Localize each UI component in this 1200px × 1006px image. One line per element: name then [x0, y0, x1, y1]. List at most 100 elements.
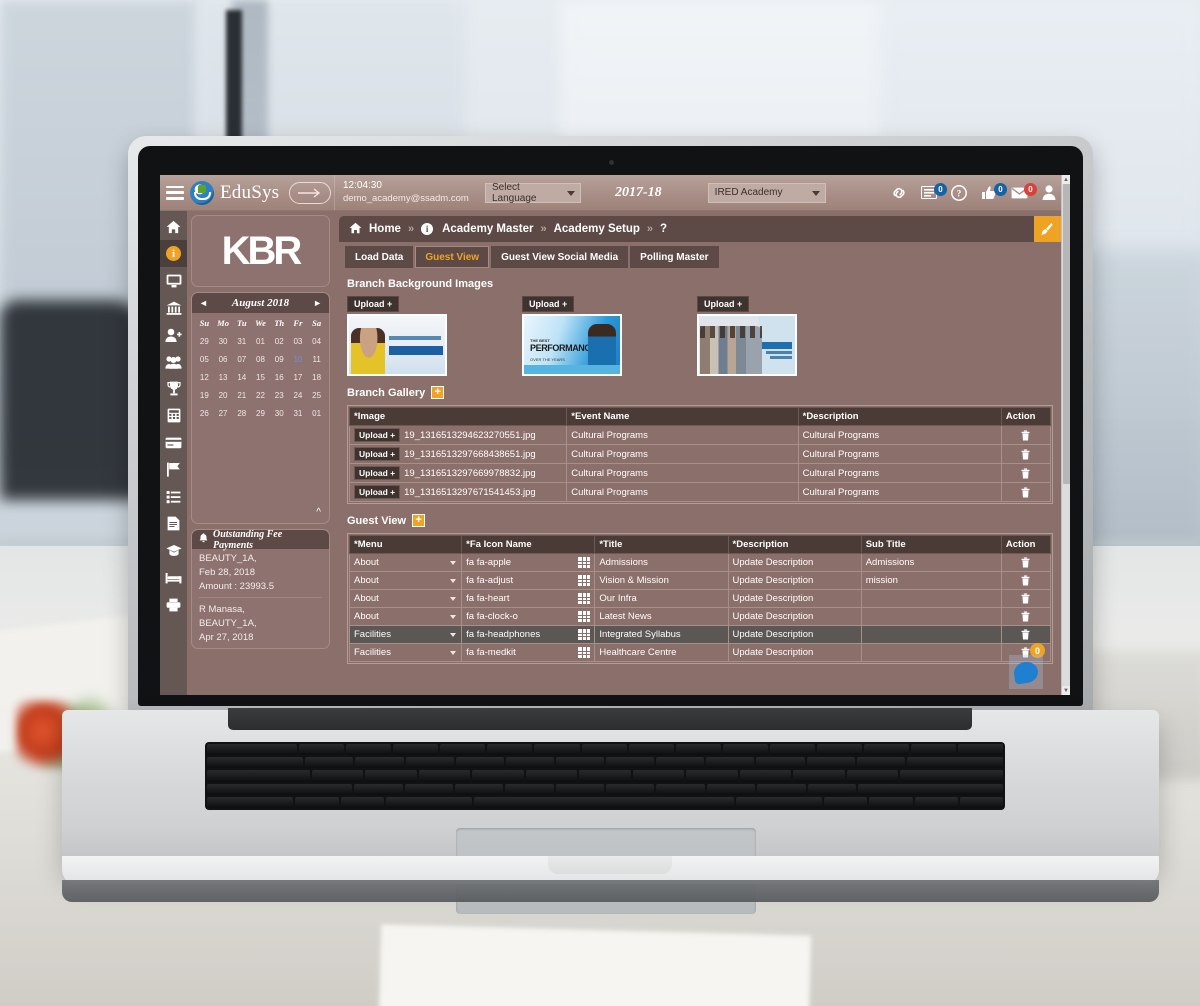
info-icon[interactable]: i — [160, 240, 187, 267]
upload-button[interactable]: Upload + — [354, 485, 400, 499]
grid-picker-icon[interactable] — [578, 611, 590, 622]
cell-title[interactable]: Vision & Mission — [595, 572, 728, 590]
cell-menu-select[interactable]: Facilities — [350, 626, 462, 644]
calendar-day[interactable]: 30 — [270, 409, 289, 418]
calendar-day[interactable]: 31 — [289, 409, 308, 418]
breadcrumb-home[interactable]: Home — [369, 223, 401, 235]
calendar-day[interactable]: 23 — [270, 391, 289, 400]
tab-load-data[interactable]: Load Data — [345, 246, 413, 268]
branch-bg-thumb-1[interactable] — [347, 314, 447, 376]
cell-sub-title[interactable] — [861, 644, 1001, 662]
group-icon[interactable] — [160, 348, 187, 375]
home-icon[interactable] — [349, 222, 362, 237]
language-select[interactable]: Select Language — [485, 183, 581, 203]
breadcrumb-academy-master[interactable]: Academy Master — [442, 223, 533, 235]
add-guest-view-row-button[interactable]: + — [412, 514, 425, 527]
envelope-icon[interactable]: 0 — [1010, 184, 1028, 202]
cell-event-name[interactable]: Cultural Programs — [567, 464, 798, 483]
tab-polling-master[interactable]: Polling Master — [630, 246, 718, 268]
trash-icon[interactable] — [1006, 629, 1046, 640]
cell-description[interactable]: Cultural Programs — [798, 483, 1001, 502]
chat-bubble-icon[interactable] — [1009, 655, 1043, 689]
calendar-day[interactable]: 29 — [251, 409, 270, 418]
home-icon[interactable] — [160, 213, 187, 240]
calendar-day[interactable]: 04 — [307, 337, 326, 346]
calendar-day[interactable]: 27 — [214, 409, 233, 418]
breadcrumb-help[interactable]: ? — [660, 223, 667, 235]
cell-event-name[interactable]: Cultural Programs — [567, 483, 798, 502]
cell-description[interactable]: Update Description — [728, 644, 861, 662]
calendar-day[interactable]: 15 — [251, 373, 270, 382]
hostel-bed-icon[interactable] — [160, 564, 187, 591]
calendar-day[interactable]: 21 — [232, 391, 251, 400]
calendar-day[interactable]: 25 — [307, 391, 326, 400]
calendar-next-icon[interactable]: ► — [313, 298, 322, 308]
trash-icon[interactable] — [1006, 430, 1046, 441]
cell-fa-icon-name[interactable]: fa fa-adjust — [462, 572, 595, 590]
cell-menu-select[interactable]: About — [350, 608, 462, 626]
page-scrollbar[interactable]: ▲ ▼ — [1061, 175, 1070, 695]
trash-icon[interactable] — [1006, 575, 1046, 586]
calendar-day[interactable]: 29 — [195, 337, 214, 346]
cell-fa-icon-name[interactable]: fa fa-heart — [462, 590, 595, 608]
calendar-day[interactable]: 22 — [251, 391, 270, 400]
upload-button[interactable]: Upload + — [354, 428, 400, 442]
cell-fa-icon-name[interactable]: fa fa-medkit — [462, 644, 595, 662]
cell-description[interactable]: Update Description — [728, 608, 861, 626]
monitor-icon[interactable] — [160, 267, 187, 294]
card-icon[interactable] — [160, 429, 187, 456]
cell-title[interactable]: Integrated Syllabus — [595, 626, 728, 644]
tasks-icon[interactable]: 0 — [920, 184, 938, 202]
calendar-day[interactable]: 11 — [307, 355, 326, 364]
calendar-day[interactable]: 31 — [232, 337, 251, 346]
trash-icon[interactable] — [1006, 593, 1046, 604]
calendar-prev-icon[interactable]: ◄ — [199, 298, 208, 308]
cell-description[interactable]: Update Description — [728, 572, 861, 590]
document-icon[interactable] — [160, 510, 187, 537]
calculator-icon[interactable] — [160, 402, 187, 429]
calendar-day[interactable]: 06 — [214, 355, 233, 364]
fee-item[interactable]: BEAUTY_1A, Feb 28, 2018 Amount : 23993.5 — [199, 552, 322, 593]
breadcrumb-academy-setup[interactable]: Academy Setup — [554, 223, 640, 235]
cell-description[interactable]: Cultural Programs — [798, 445, 1001, 464]
calendar-day[interactable]: 13 — [214, 373, 233, 382]
scroll-up-icon[interactable]: ▲ — [1062, 175, 1070, 184]
cell-menu-select[interactable]: About — [350, 554, 462, 572]
calendar-day[interactable]: 08 — [251, 355, 270, 364]
cell-description[interactable]: Cultural Programs — [798, 426, 1001, 445]
add-user-icon[interactable] — [160, 321, 187, 348]
scroll-down-icon[interactable]: ▼ — [1062, 686, 1070, 695]
paint-brush-icon[interactable] — [1034, 216, 1061, 242]
user-icon[interactable] — [1040, 184, 1058, 202]
hamburger-menu-icon[interactable] — [166, 186, 184, 200]
help-icon[interactable]: ? — [950, 184, 968, 202]
grid-picker-icon[interactable] — [578, 575, 590, 586]
link-icon[interactable] — [890, 184, 908, 202]
cell-sub-title[interactable]: mission — [861, 572, 1001, 590]
calendar-day[interactable]: 12 — [195, 373, 214, 382]
tab-guest-view[interactable]: Guest View — [415, 246, 489, 268]
add-gallery-row-button[interactable]: + — [431, 386, 444, 399]
calendar-day[interactable]: 28 — [232, 409, 251, 418]
calendar-day[interactable]: 09 — [270, 355, 289, 364]
trophy-icon[interactable] — [160, 375, 187, 402]
branch-bg-thumb-2[interactable]: THE BEST PERFORMANCE OVER THE YEARS — [522, 314, 622, 376]
trash-icon[interactable] — [1006, 557, 1046, 568]
cell-menu-select[interactable]: About — [350, 572, 462, 590]
upload-button[interactable]: Upload + — [697, 296, 749, 312]
calendar-day[interactable]: 30 — [214, 337, 233, 346]
cell-menu-select[interactable]: About — [350, 590, 462, 608]
grid-picker-icon[interactable] — [578, 647, 590, 658]
cell-description[interactable]: Update Description — [728, 554, 861, 572]
cell-description[interactable]: Cultural Programs — [798, 464, 1001, 483]
trash-icon[interactable] — [1006, 449, 1046, 460]
calendar-day[interactable]: 16 — [270, 373, 289, 382]
cell-event-name[interactable]: Cultural Programs — [567, 426, 798, 445]
calendar-day[interactable]: 26 — [195, 409, 214, 418]
calendar-day[interactable]: 07 — [232, 355, 251, 364]
arrow-right-icon[interactable] — [289, 182, 331, 204]
upload-button[interactable]: Upload + — [347, 296, 399, 312]
cell-description[interactable]: Update Description — [728, 590, 861, 608]
thumbs-up-icon[interactable]: 0 — [980, 184, 998, 202]
calendar-day-today[interactable]: 10 — [289, 355, 308, 364]
